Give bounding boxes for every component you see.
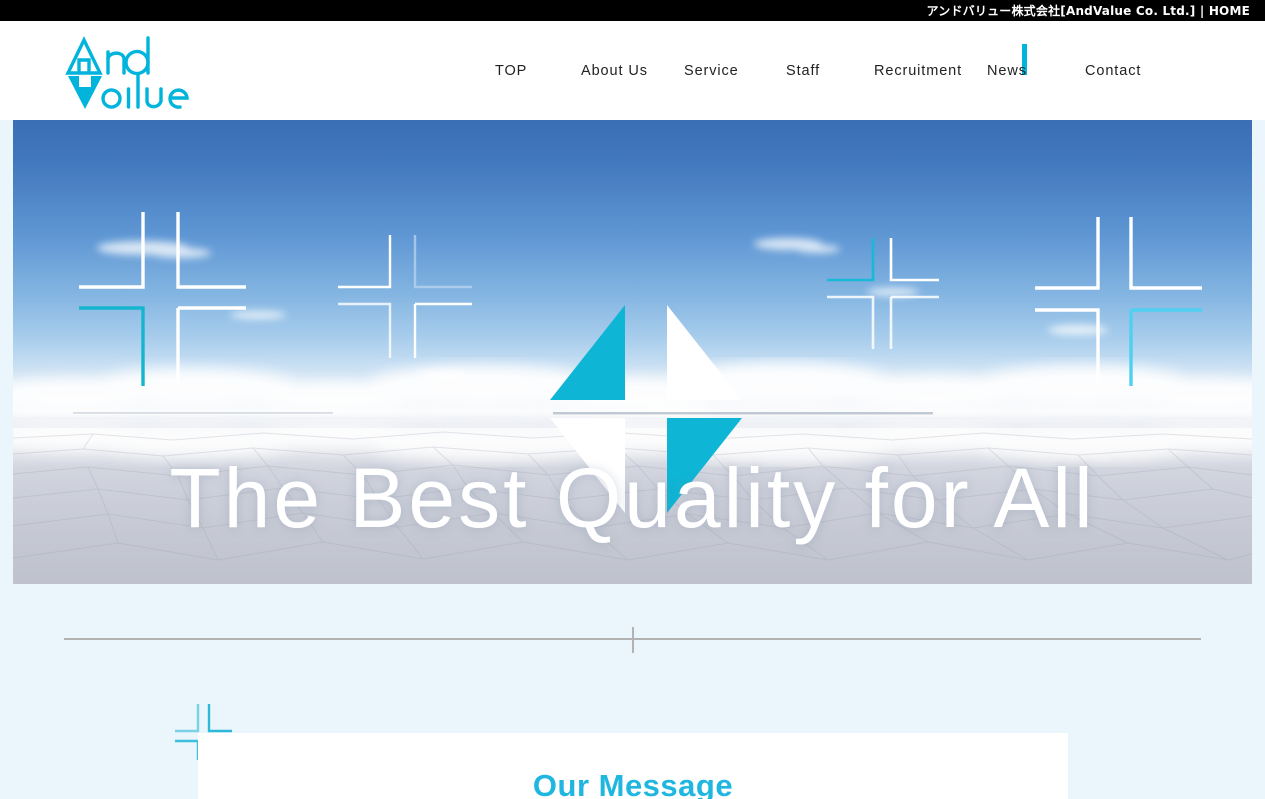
page-root: アンドバリュー株式会社[AndValue Co. Ltd.] | HOME TO… (0, 0, 1265, 799)
triangle-top-left (550, 305, 625, 400)
nav-item-recruitment[interactable]: Recruitment (874, 63, 987, 79)
site-title-label: アンドバリュー株式会社[AndValue Co. Ltd.] | HOME (926, 4, 1250, 18)
decor-cross-left-large (79, 212, 246, 386)
nav-list: TOP About Us Service Staff Recruitment N… (495, 63, 1165, 79)
nav-item-about-us[interactable]: About Us (581, 63, 684, 79)
nav-item-top[interactable]: TOP (495, 63, 581, 79)
decor-cross-right-large (1035, 217, 1202, 386)
logo-mark (65, 36, 189, 109)
section-divider (0, 620, 1265, 660)
top-bar: アンドバリュー株式会社[AndValue Co. Ltd.] | HOME (0, 0, 1265, 21)
nav-item-service[interactable]: Service (684, 63, 786, 79)
hero-banner: The Best Quality for All (13, 120, 1252, 584)
main-navigation: TOP About Us Service Staff Recruitment N… (495, 21, 1215, 120)
site-header: TOP About Us Service Staff Recruitment N… (0, 21, 1265, 120)
nav-item-staff[interactable]: Staff (786, 63, 874, 79)
hero-headline: The Best Quality for All (169, 451, 1096, 545)
nav-item-contact[interactable]: Contact (1085, 63, 1165, 79)
our-message-card: Our Message (198, 733, 1068, 799)
our-message-title: Our Message (532, 768, 734, 799)
decor-cross-midleft (338, 235, 472, 358)
logo-andvalue[interactable] (62, 32, 192, 110)
nav-item-news[interactable]: News (987, 63, 1085, 79)
triangle-top-right (667, 305, 742, 400)
divider-center-tick (632, 627, 634, 653)
decor-cross-midright (827, 238, 939, 349)
